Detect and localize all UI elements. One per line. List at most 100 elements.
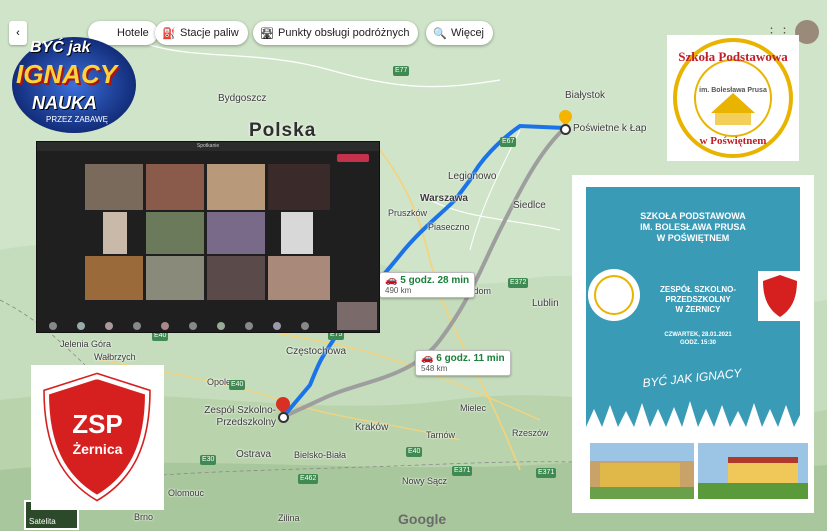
road-shield: E67 [500, 137, 517, 147]
participant-tile [268, 164, 330, 210]
destination-dot-icon[interactable] [278, 412, 289, 423]
search-icon: 🔍 [433, 27, 447, 40]
event-poster: SZKOŁA PODSTAWOWA IM. BOLESŁAWA PRUSA W … [572, 175, 814, 513]
byc-jak-ignacy-logo: BYĆ jak IGNACY NAUKA PRZEZ ZABAWĘ [10, 33, 138, 133]
city-label: Legionowo [448, 171, 497, 182]
participant-tile [146, 256, 204, 300]
route-distance: 548 km [421, 364, 448, 373]
participant-tile [146, 212, 204, 254]
car-icon: 🚗 [421, 353, 437, 364]
city-label: Bielsko-Biała [294, 450, 347, 460]
zsp-mini-logo [758, 271, 802, 321]
road-shield: E462 [298, 474, 319, 484]
self-view-tile [337, 302, 377, 330]
zsp-logo: ZSP Żernica [31, 365, 164, 510]
city-label: Olomouc [168, 488, 205, 498]
road-shield: E371 [452, 466, 473, 476]
city-label: Piaseczno [428, 222, 470, 232]
participant-avatar-icon [49, 322, 57, 330]
participant-tile [103, 212, 127, 254]
poster-title: SZKOŁA PODSTAWOWA IM. BOLESŁAWA PRUSA W … [586, 211, 800, 244]
road-shield: E77 [393, 66, 410, 76]
gas-pump-icon: ⛽ [162, 27, 176, 40]
participant-tile [85, 256, 143, 300]
school-logo-text: Szkoła Podstawowa [678, 49, 788, 64]
school-logo-text: im. Bolesława Prusa [699, 87, 767, 94]
participant-avatar-icon [161, 322, 169, 330]
city-label: Wałbrzych [94, 352, 136, 362]
city-label: Ostrava [236, 449, 272, 460]
city-label: Brno [134, 512, 154, 522]
poster-title-line: W POŚWIĘTNEM [656, 233, 730, 243]
window-titlebar: Spotkanie [37, 142, 379, 151]
city-label: Mielec [460, 403, 487, 413]
alternative-route-info[interactable]: 🚗 6 godz. 11 min 548 km [415, 350, 511, 376]
city-label: Białystok [565, 90, 606, 101]
poster-date-block: CZWARTEK, 28.01.2021 GODZ. 15:30 [642, 331, 754, 347]
car-service-icon: 🛣 [260, 27, 274, 40]
participant-avatar-icon [105, 322, 113, 330]
school-mini-logo [588, 269, 640, 321]
country-label: Polska [249, 120, 317, 141]
school-logo-text: w Poświętnem [699, 135, 767, 147]
car-icon: 🚗 [385, 275, 401, 286]
chip-label: Więcej [451, 27, 485, 39]
poster-zsp-line: ZESPÓŁ SZKOLNO- [660, 285, 736, 294]
destination-label: Zespół Szkolno-Przedszkolny [204, 405, 276, 428]
city-label: Nowy Sącz [402, 476, 448, 486]
primary-route-info[interactable]: 🚗 5 godz. 28 min 490 km [379, 272, 476, 298]
road-shield: E371 [536, 468, 557, 478]
chip-label: Stacje paliw [180, 27, 239, 39]
chip-label: Punkty obsługi podróżnych [278, 27, 410, 39]
leave-button[interactable] [337, 154, 369, 162]
satellite-label: Satelita [29, 517, 56, 526]
participant-tile [146, 164, 204, 210]
video-call-window: Spotkanie [36, 141, 380, 333]
city-label: Lublin [532, 298, 559, 309]
participant-avatar-icon [77, 322, 85, 330]
origin-dot-icon[interactable] [560, 124, 571, 135]
participant-tile [268, 256, 330, 300]
google-logo: Google [398, 511, 447, 527]
poster-time: GODZ. 15:30 [679, 340, 716, 346]
road-shield: E30 [200, 455, 217, 465]
participant-avatar-icon [217, 322, 225, 330]
participant-tile [85, 164, 143, 210]
city-label: Opole [207, 377, 232, 387]
participant-tile [281, 212, 313, 254]
snowy-trees [586, 401, 800, 432]
participant-avatar-icon [189, 322, 197, 330]
city-label: Siedlce [513, 200, 546, 211]
city-label: Tarnów [426, 430, 456, 440]
logo-line: PRZEZ ZABAWĘ [46, 115, 108, 124]
city-label: Bydgoszcz [218, 93, 267, 104]
logo-line: BYĆ jak [30, 39, 91, 56]
origin-label: Poświetne k Łap [573, 123, 647, 134]
city-label: Kraków [355, 422, 389, 433]
school-building-photo [698, 443, 808, 499]
poster-title-line: IM. BOLESŁAWA PRUSA [640, 222, 746, 232]
city-label: Zilina [278, 513, 300, 523]
road-shield: E372 [508, 278, 529, 288]
city-label: Rzeszów [512, 428, 549, 438]
route-distance: 490 km [385, 286, 412, 295]
route-time: 6 godz. 11 min [436, 353, 505, 364]
chip-more[interactable]: 🔍 Więcej [426, 21, 494, 45]
participant-tile [207, 256, 265, 300]
participant-avatar-icon [301, 322, 309, 330]
poster-date: CZWARTEK, 28.01.2021 [664, 332, 732, 338]
zsp-logo-text: ZSP [72, 409, 123, 439]
zsp-logo-subtext: Żernica [72, 441, 123, 457]
logo-line: IGNACY [16, 59, 118, 89]
poster-zsp-line: PRZEDSZKOLNY [665, 295, 731, 304]
participant-tile [207, 164, 265, 210]
school-building-photo [590, 443, 694, 499]
poster-zsp-line: W ŻERNICY [675, 305, 721, 314]
road-shield: E40 [229, 380, 246, 390]
chip-rest-areas[interactable]: 🛣 Punkty obsługi podróżnych [253, 21, 419, 45]
poster-title-line: SZKOŁA PODSTAWOWA [640, 211, 746, 221]
city-label: Częstochowa [286, 346, 347, 357]
city-label: Jelenia Góra [60, 339, 112, 349]
route-time: 5 godz. 28 min [400, 275, 470, 286]
chip-gas-stations[interactable]: ⛽ Stacje paliw [155, 21, 248, 45]
